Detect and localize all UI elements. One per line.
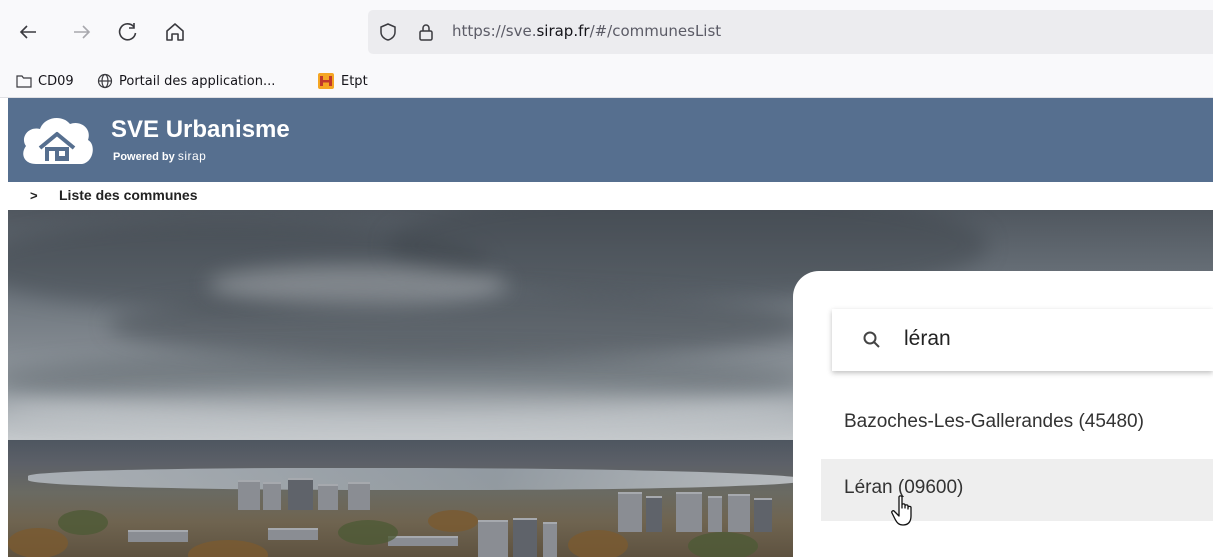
app-title: SVE Urbanisme	[111, 116, 290, 143]
search-input[interactable]: léran	[832, 309, 1213, 371]
url-path: /#/communesList	[589, 22, 722, 40]
search-value: léran	[904, 327, 951, 350]
url-prefix: https://sve.	[452, 22, 537, 40]
result-item[interactable]: Bazoches-Les-Gallerandes (45480)	[821, 393, 1213, 455]
bookmark-label: Portail des application...	[119, 73, 276, 89]
home-icon	[166, 23, 184, 41]
bookmark-label: Etpt	[341, 73, 368, 89]
breadcrumb-label[interactable]: Liste des communes	[59, 187, 198, 203]
home-button[interactable]	[163, 20, 187, 44]
river	[28, 468, 808, 490]
url-domain: sirap.fr	[536, 22, 590, 40]
app-icon	[318, 73, 334, 89]
arrow-left-icon	[19, 25, 36, 39]
result-label: Bazoches-Les-Gallerandes (45480)	[844, 411, 1144, 432]
arrow-right-icon	[74, 25, 91, 39]
url-text[interactable]: https://sve.sirap.fr/#/communesList	[452, 22, 721, 40]
bookmark-portail[interactable]: Portail des application...	[97, 71, 275, 91]
forward-button[interactable]	[70, 20, 94, 44]
app-header: SVE Urbanisme Powered by sirap	[8, 98, 1213, 182]
powered-by-label: Powered by	[113, 151, 175, 163]
folder-icon	[16, 75, 32, 88]
hand-pointer-icon	[891, 495, 912, 526]
reload-icon	[118, 23, 137, 41]
back-button[interactable]	[16, 20, 40, 44]
powered-by: Powered by sirap	[113, 149, 206, 163]
browser-toolbar: https://sve.sirap.fr/#/communesList	[0, 0, 1213, 64]
breadcrumb: > Liste des communes	[8, 182, 1213, 210]
shield-icon[interactable]	[378, 22, 398, 42]
result-item[interactable]: Léran (09600)	[821, 459, 1213, 521]
bookmark-etpt[interactable]: Etpt	[317, 71, 368, 91]
search-icon	[863, 331, 880, 348]
bookmark-cd09[interactable]: CD09	[16, 71, 74, 91]
brand-name: sirap	[177, 149, 207, 163]
globe-icon	[97, 73, 113, 89]
bookmarks-bar: CD09 Portail des application... Etpt	[0, 64, 1213, 98]
address-bar[interactable]: https://sve.sirap.fr/#/communesList	[368, 10, 1213, 54]
breadcrumb-arrow: >	[30, 188, 38, 203]
house-cloud-logo[interactable]	[18, 112, 96, 170]
bookmark-label: CD09	[38, 73, 74, 89]
reload-button[interactable]	[116, 20, 140, 44]
lock-icon[interactable]	[416, 22, 436, 42]
